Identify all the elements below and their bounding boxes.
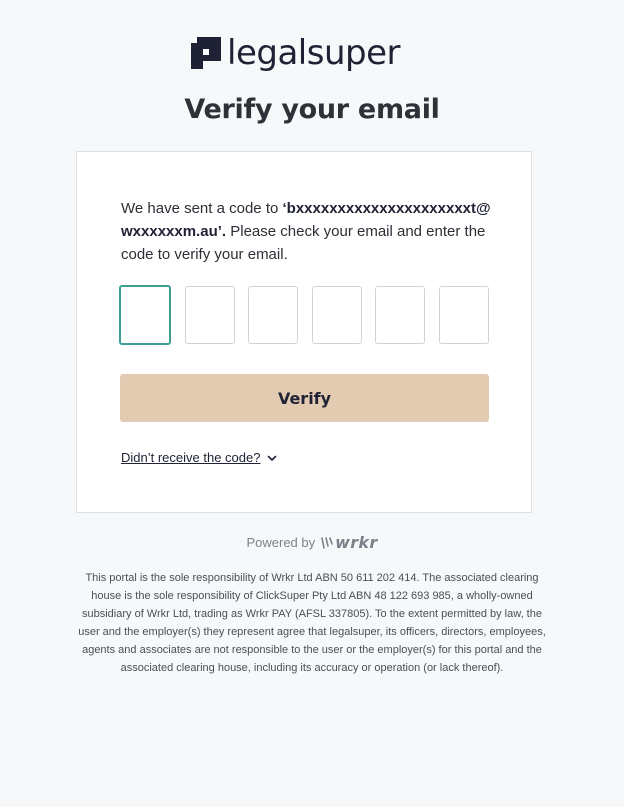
logo-wordmark: legalsuper [227, 33, 400, 73]
chevron-down-icon [268, 455, 277, 461]
legalsuper-logo-mark-icon [191, 37, 221, 69]
powered-by-label: Powered by [246, 535, 316, 550]
code-digit-4[interactable] [311, 286, 362, 344]
code-digit-1[interactable] [119, 285, 171, 345]
verify-button[interactable]: Verify [120, 374, 489, 422]
resend-code-toggle[interactable]: Didn’t receive the code? [121, 450, 278, 465]
code-digit-6[interactable] [438, 286, 489, 344]
code-inputs [119, 285, 489, 346]
resend-code-link[interactable]: Didn’t receive the code? [121, 450, 260, 465]
verify-card: We have sent a code to ‘bxxxxxxxxxxxxxxx… [76, 151, 532, 513]
wrkr-logo: wrkr [321, 533, 377, 552]
legalsuper-logo: legalsuper [191, 34, 400, 72]
code-digit-3[interactable] [248, 286, 299, 344]
verification-message: We have sent a code to ‘bxxxxxxxxxxxxxxx… [121, 197, 493, 266]
code-digit-5[interactable] [375, 286, 426, 344]
code-digit-2[interactable] [184, 286, 235, 344]
wrkr-mark-icon [321, 536, 333, 549]
verify-email-page: legalsuper Verify your email We have sen… [0, 0, 624, 807]
wrkr-wordmark: wrkr [335, 533, 378, 552]
message-prefix: We have sent a code to [121, 200, 283, 217]
disclaimer-text: This portal is the sole responsibility o… [78, 572, 546, 674]
powered-by: Powered by wrkr [0, 533, 624, 552]
page-title: Verify your email [184, 94, 440, 125]
